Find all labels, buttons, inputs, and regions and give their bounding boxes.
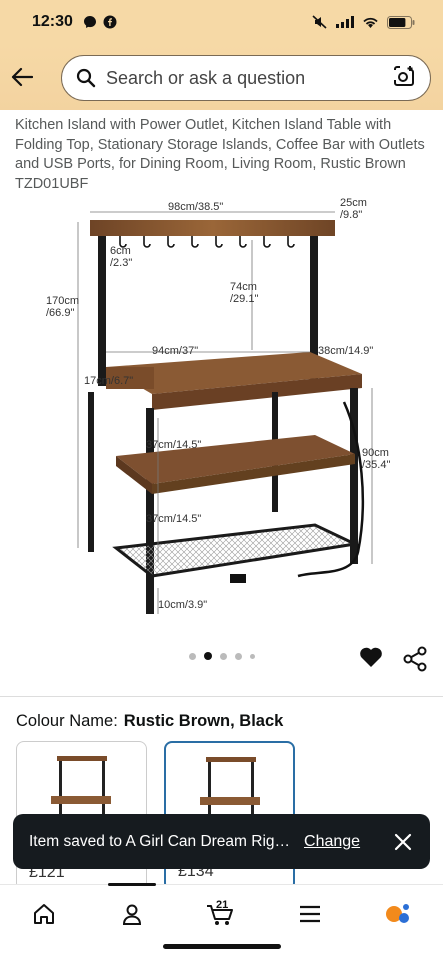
dim-table-height: 90cm/35.4" xyxy=(362,447,390,471)
dim-top-width: 98cm/38.5" xyxy=(168,201,223,213)
search-input[interactable]: Search or ask a question xyxy=(61,55,431,101)
saved-toast: Item saved to A Girl Can Dream Rig… Chan… xyxy=(13,814,430,869)
battery-icon xyxy=(387,15,415,29)
back-arrow-icon xyxy=(11,67,33,87)
nav-rufus-assistant[interactable] xyxy=(378,897,418,931)
hamburger-menu-icon xyxy=(300,905,320,923)
search-placeholder: Search or ask a question xyxy=(106,67,306,88)
facebook-icon xyxy=(103,15,117,29)
dim-level-1: 37cm/14.5" xyxy=(146,439,201,451)
dim-shelf-height: 74cm/29.1" xyxy=(230,281,258,305)
product-title[interactable]: Kitchen Island with Power Outlet, Kitche… xyxy=(15,116,427,194)
dim-table-width: 94cm/37" xyxy=(152,345,198,357)
toast-message: Item saved to A Girl Can Dream Rig… xyxy=(29,832,291,850)
cart-count: 21 xyxy=(216,899,229,911)
share-button[interactable] xyxy=(403,646,427,672)
colour-label: Colour Name: xyxy=(16,712,118,730)
assistant-icon xyxy=(386,904,409,923)
dim-table-depth: 38cm/14.9" xyxy=(318,345,373,357)
dim-fold-width: 17cm/6.7" xyxy=(84,375,133,387)
colour-name-row: Colour Name: Rustic Brown, Black xyxy=(16,712,283,731)
person-icon xyxy=(122,904,142,925)
nav-home[interactable] xyxy=(24,897,64,931)
product-image[interactable]: 98cm/38.5" 25cm/9.8" 6cm/2.3" 74cm/29.1"… xyxy=(40,192,420,622)
wishlist-button[interactable] xyxy=(359,646,385,670)
status-bar: 12:30 xyxy=(0,0,443,44)
mute-icon xyxy=(312,15,327,29)
wifi-icon xyxy=(363,17,378,28)
camera-search-button[interactable] xyxy=(392,64,416,93)
messenger-icon xyxy=(83,16,96,28)
home-indicator xyxy=(163,944,281,949)
signal-icon xyxy=(336,16,354,28)
share-icon xyxy=(403,646,427,672)
colour-value: Rustic Brown, Black xyxy=(123,712,284,730)
nav-account[interactable] xyxy=(112,897,152,931)
toast-change-link[interactable]: Change xyxy=(304,833,360,851)
carousel-dot[interactable] xyxy=(188,652,196,660)
search-icon xyxy=(76,68,96,88)
section-divider xyxy=(0,696,443,697)
carousel-dot[interactable] xyxy=(249,653,255,659)
carousel-dot[interactable] xyxy=(219,652,227,660)
nav-menu[interactable] xyxy=(290,897,330,931)
home-icon xyxy=(34,904,54,924)
camera-lens-icon xyxy=(394,65,414,86)
close-icon xyxy=(394,833,412,850)
nav-active-indicator xyxy=(108,883,156,886)
dim-level-2: 37cm/14.5" xyxy=(146,513,201,525)
heart-icon xyxy=(360,647,382,667)
carousel-dot-active[interactable] xyxy=(203,652,212,660)
dim-total-height: 170cm/66.9" xyxy=(46,295,79,319)
toast-close-button[interactable] xyxy=(392,831,414,853)
back-button[interactable] xyxy=(0,55,44,99)
dim-bottom-gap: 10cm/3.9" xyxy=(158,599,207,611)
carousel-dot[interactable] xyxy=(234,652,242,660)
dim-hook-gap: 6cm/2.3" xyxy=(110,245,132,269)
search-header: Search or ask a question xyxy=(0,44,443,110)
nav-cart[interactable]: 21 xyxy=(200,897,240,931)
status-time: 12:30 xyxy=(32,13,73,30)
dim-top-depth: 25cm/9.8" xyxy=(340,197,367,221)
